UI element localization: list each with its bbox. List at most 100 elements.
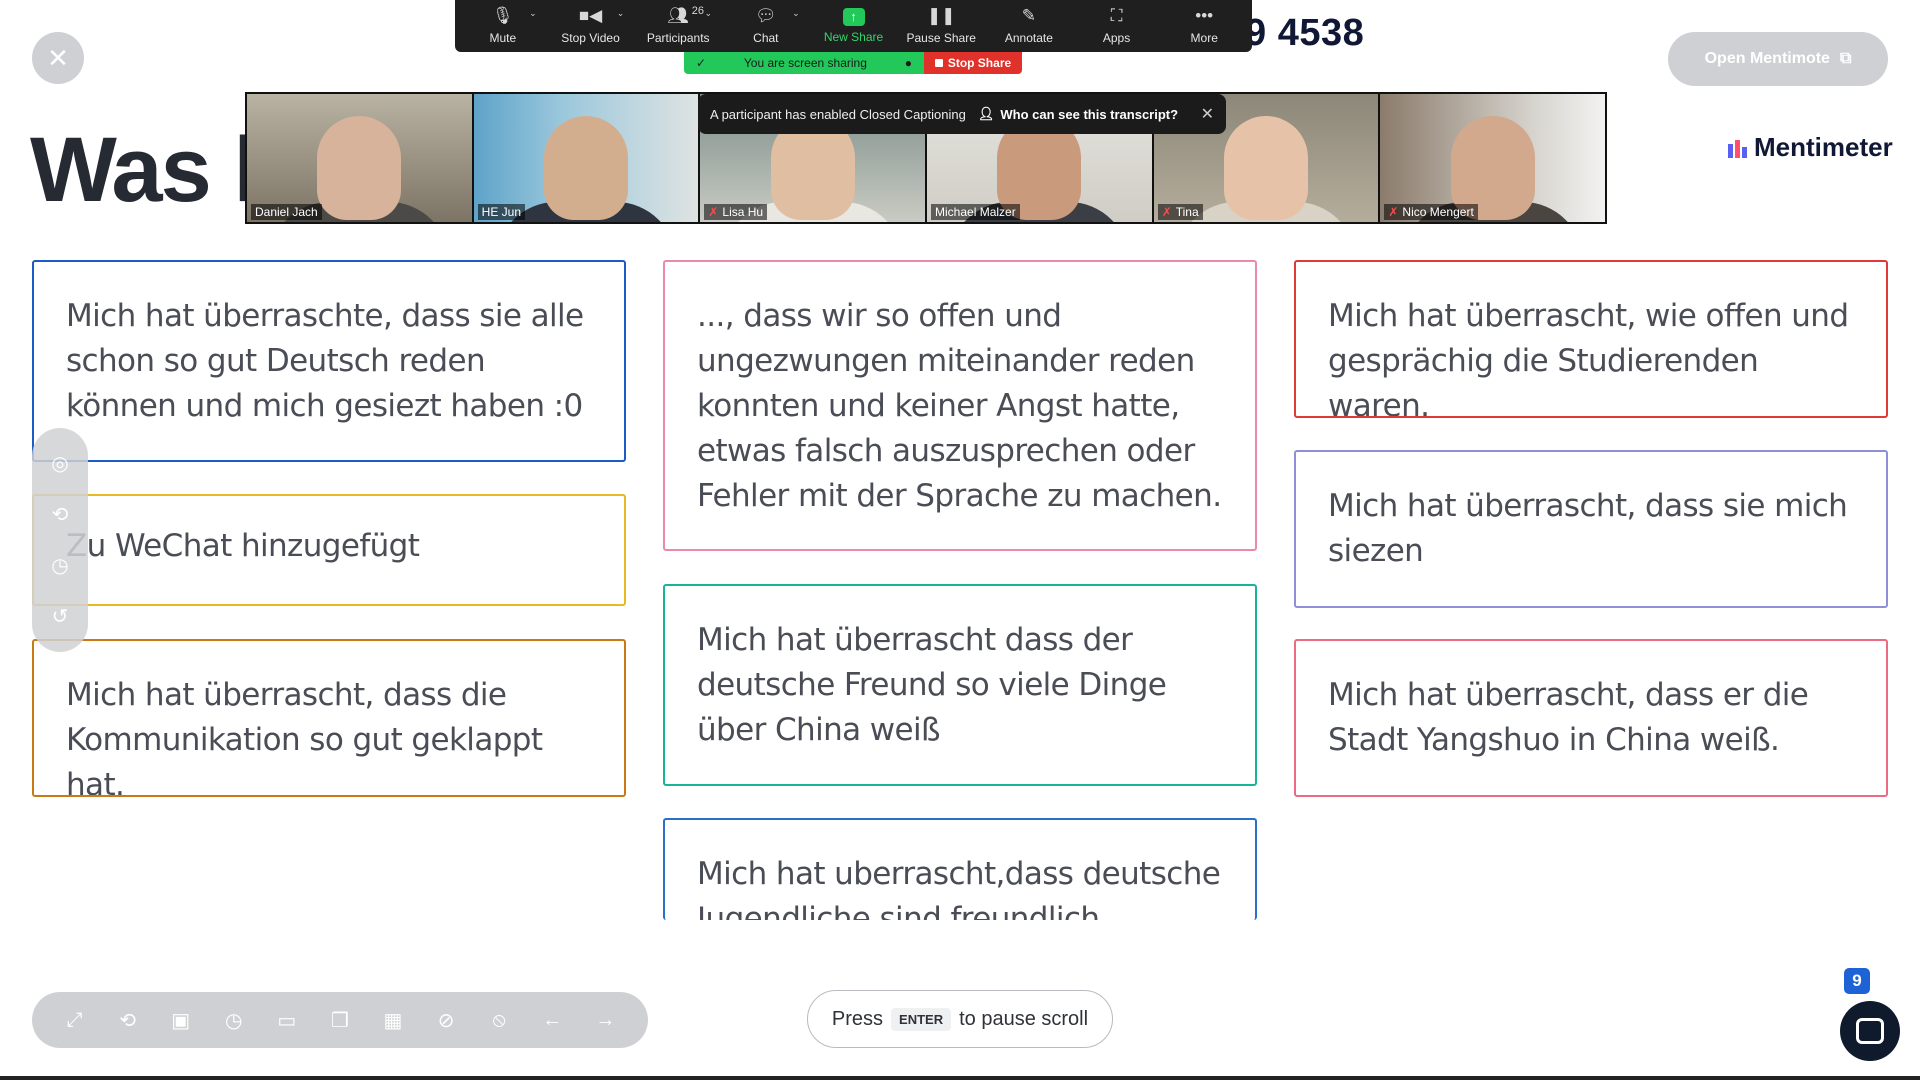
reaction-icon[interactable]: ◎ <box>51 451 68 476</box>
participant-name: HE Jun <box>481 205 522 219</box>
mute-button[interactable]: 🎙︎ ⌄ Mute <box>459 0 547 52</box>
timer-icon[interactable]: ◷ <box>51 553 68 578</box>
notification-badge: 9 <box>1844 968 1870 994</box>
video-tile[interactable]: HE Jun <box>473 94 699 222</box>
new-share-label: New Share <box>823 30 884 44</box>
muted-mic-icon: ✗ <box>1388 205 1399 219</box>
previous-slide-icon[interactable]: ← <box>537 1009 567 1032</box>
chat-icon: 💬︎ <box>755 6 777 25</box>
participant-name-tag: HE Jun <box>477 204 526 220</box>
more-button[interactable]: ••• More <box>1160 0 1248 52</box>
comments-icon[interactable]: ▭ <box>272 1008 302 1033</box>
response-text: Mich hat überrascht, dass sie mich sieze… <box>1328 488 1848 569</box>
annotate-label: Annotate <box>1004 31 1053 45</box>
hide-instructions-icon[interactable]: ▣ <box>166 1008 196 1033</box>
participant-name: Michael Malzer <box>935 205 1016 219</box>
response-text: ..., dass wir so offen und ungezwungen m… <box>697 298 1222 514</box>
response-card: Mich hat überrascht dass der deutsche Fr… <box>663 584 1257 786</box>
stop-icon <box>934 59 943 67</box>
muted-mic-icon: ✗ <box>1161 205 1172 219</box>
participant-name: Tina <box>1175 205 1199 219</box>
response-text: Mich hat uberrascht,dass deutsche Jugend… <box>697 856 1221 920</box>
muted-mic-icon: ✗ <box>708 205 719 219</box>
response-card: Mich hat überrascht, dass sie mich sieze… <box>1294 450 1888 608</box>
open-mentimote-label: Open Mentimote <box>1704 50 1830 67</box>
response-text: Mich hat überrascht dass der deutsche Fr… <box>697 622 1167 748</box>
hint-press: Press <box>831 1007 884 1030</box>
stop-share-button[interactable]: Stop Share <box>924 52 1022 74</box>
participant-name: Lisa Hu <box>722 205 764 219</box>
shield-icon: ● <box>904 56 912 70</box>
hint-rest: to pause scroll <box>959 1007 1089 1030</box>
transcript-visibility-link[interactable]: 👤︎ Who can see this transcript? <box>978 106 1178 122</box>
join-code: 9 4538 <box>1245 12 1365 54</box>
pause-share-label: Pause Share <box>906 31 976 45</box>
stop-share-label: Stop Share <box>947 56 1012 70</box>
next-slide-icon[interactable]: → <box>590 1009 620 1032</box>
close-presentation-button[interactable]: ✕ <box>32 32 84 84</box>
response-text: Mich hat überrascht, wie offen und gespr… <box>1328 298 1849 418</box>
response-card: ..., dass wir so offen und ungezwungen m… <box>663 260 1257 551</box>
chat-bubble-icon <box>1856 1018 1884 1044</box>
chevron-down-icon[interactable]: ⌄ <box>704 8 712 19</box>
video-tile[interactable]: ✗ Nico Mengert <box>1380 94 1606 222</box>
reset-icon[interactable]: ⟲ <box>113 1008 143 1033</box>
brand-name: Mentimeter <box>1754 132 1893 162</box>
fullscreen-icon[interactable]: ⤢ <box>60 1009 90 1032</box>
video-tile[interactable]: Daniel Jach <box>247 94 472 222</box>
pin-icon: ✓ <box>696 56 707 70</box>
chevron-down-icon[interactable]: ⌄ <box>792 8 800 19</box>
hide-results-icon[interactable]: ⊘ <box>431 1008 461 1033</box>
apps-icon: ⛶ <box>1110 6 1123 25</box>
closed-caption-notice: A participant has enabled Closed Caption… <box>698 94 1226 134</box>
timer-icon[interactable]: ◷ <box>219 1008 249 1033</box>
mentimeter-logo: Mentimeter <box>1728 132 1893 163</box>
side-toolbar: ◎ ⟲ ◷ ↺ <box>32 428 88 652</box>
cc-notice-text: A participant has enabled Closed Caption… <box>710 106 966 122</box>
chat-label: Chat <box>753 31 779 45</box>
close-voting-icon[interactable]: ⦸ <box>484 1009 514 1032</box>
stop-video-button[interactable]: ■◀ ⌄ Stop Video <box>547 0 635 52</box>
screen-bottom-edge <box>0 1076 1920 1080</box>
qr-code-icon[interactable]: ▦ <box>378 1008 408 1033</box>
response-text: Mich hat überrascht, dass die Kommunikat… <box>66 677 543 797</box>
annotate-button[interactable]: ✎ Annotate <box>985 0 1073 52</box>
pause-share-button[interactable]: ❚❚ Pause Share <box>897 0 985 52</box>
participant-name-tag: ✗ Lisa Hu <box>704 204 768 220</box>
reset-results-icon[interactable]: ⟲ <box>52 502 69 527</box>
presenter-toolbar: ⤢ ⟲ ▣ ◷ ▭ ❐ ▦ ⊘ ⦸ ← → <box>32 992 648 1048</box>
chat-button[interactable]: 💬︎ ⌄ Chat <box>722 0 810 52</box>
qa-icon[interactable]: ❐ <box>325 1008 355 1033</box>
chevron-down-icon[interactable]: ⌄ <box>529 8 537 19</box>
participants-icon: 👥︎ <box>667 6 689 25</box>
help-chat-button[interactable] <box>1840 1001 1900 1061</box>
pause-icon: ❚❚ <box>926 6 956 25</box>
close-icon: ✕ <box>47 42 69 73</box>
participants-button[interactable]: 👥︎ 26 ⌄ Participants <box>634 0 722 52</box>
sharing-status: You are screen sharing <box>743 56 867 70</box>
response-card: Zu WeChat hinzugefügt <box>32 494 626 606</box>
open-mentimote-button[interactable]: Open Mentimote ⧉ <box>1668 32 1888 86</box>
apps-label: Apps <box>1102 31 1131 45</box>
apps-button[interactable]: ⛶ Apps <box>1073 0 1161 52</box>
close-icon[interactable]: ✕ <box>1201 104 1214 124</box>
participant-name-tag: Michael Malzer <box>931 204 1020 220</box>
enter-key: ENTER <box>891 1007 952 1031</box>
share-screen-icon: ↑ <box>842 8 865 26</box>
participant-name-tag: Daniel Jach <box>251 204 322 220</box>
mute-label: Mute <box>489 31 517 45</box>
cc-question-text: Who can see this transcript? <box>1000 106 1179 122</box>
response-text: Zu WeChat hinzugefügt <box>66 528 420 564</box>
zoom-meeting-toolbar: 🎙︎ ⌄ Mute ■◀ ⌄ Stop Video 👥︎ 26 ⌄ Partic… <box>455 0 1252 52</box>
response-text: Mich hat überraschte, dass sie alle scho… <box>66 298 584 424</box>
pause-scroll-hint: Press ENTER to pause scroll <box>807 990 1113 1048</box>
participant-name-tag: ✗ Tina <box>1157 204 1203 220</box>
chevron-down-icon[interactable]: ⌄ <box>617 8 625 19</box>
response-card: Mich hat überrascht, dass er die Stadt Y… <box>1294 639 1888 797</box>
video-camera-icon: ■◀ <box>578 6 603 25</box>
pencil-icon: ✎ <box>1021 6 1036 25</box>
new-share-button[interactable]: ↑ New Share <box>810 0 898 52</box>
mentimeter-logo-icon <box>1728 139 1747 158</box>
undo-icon[interactable]: ↺ <box>52 604 69 629</box>
participant-name-tag: ✗ Nico Mengert <box>1384 204 1478 220</box>
